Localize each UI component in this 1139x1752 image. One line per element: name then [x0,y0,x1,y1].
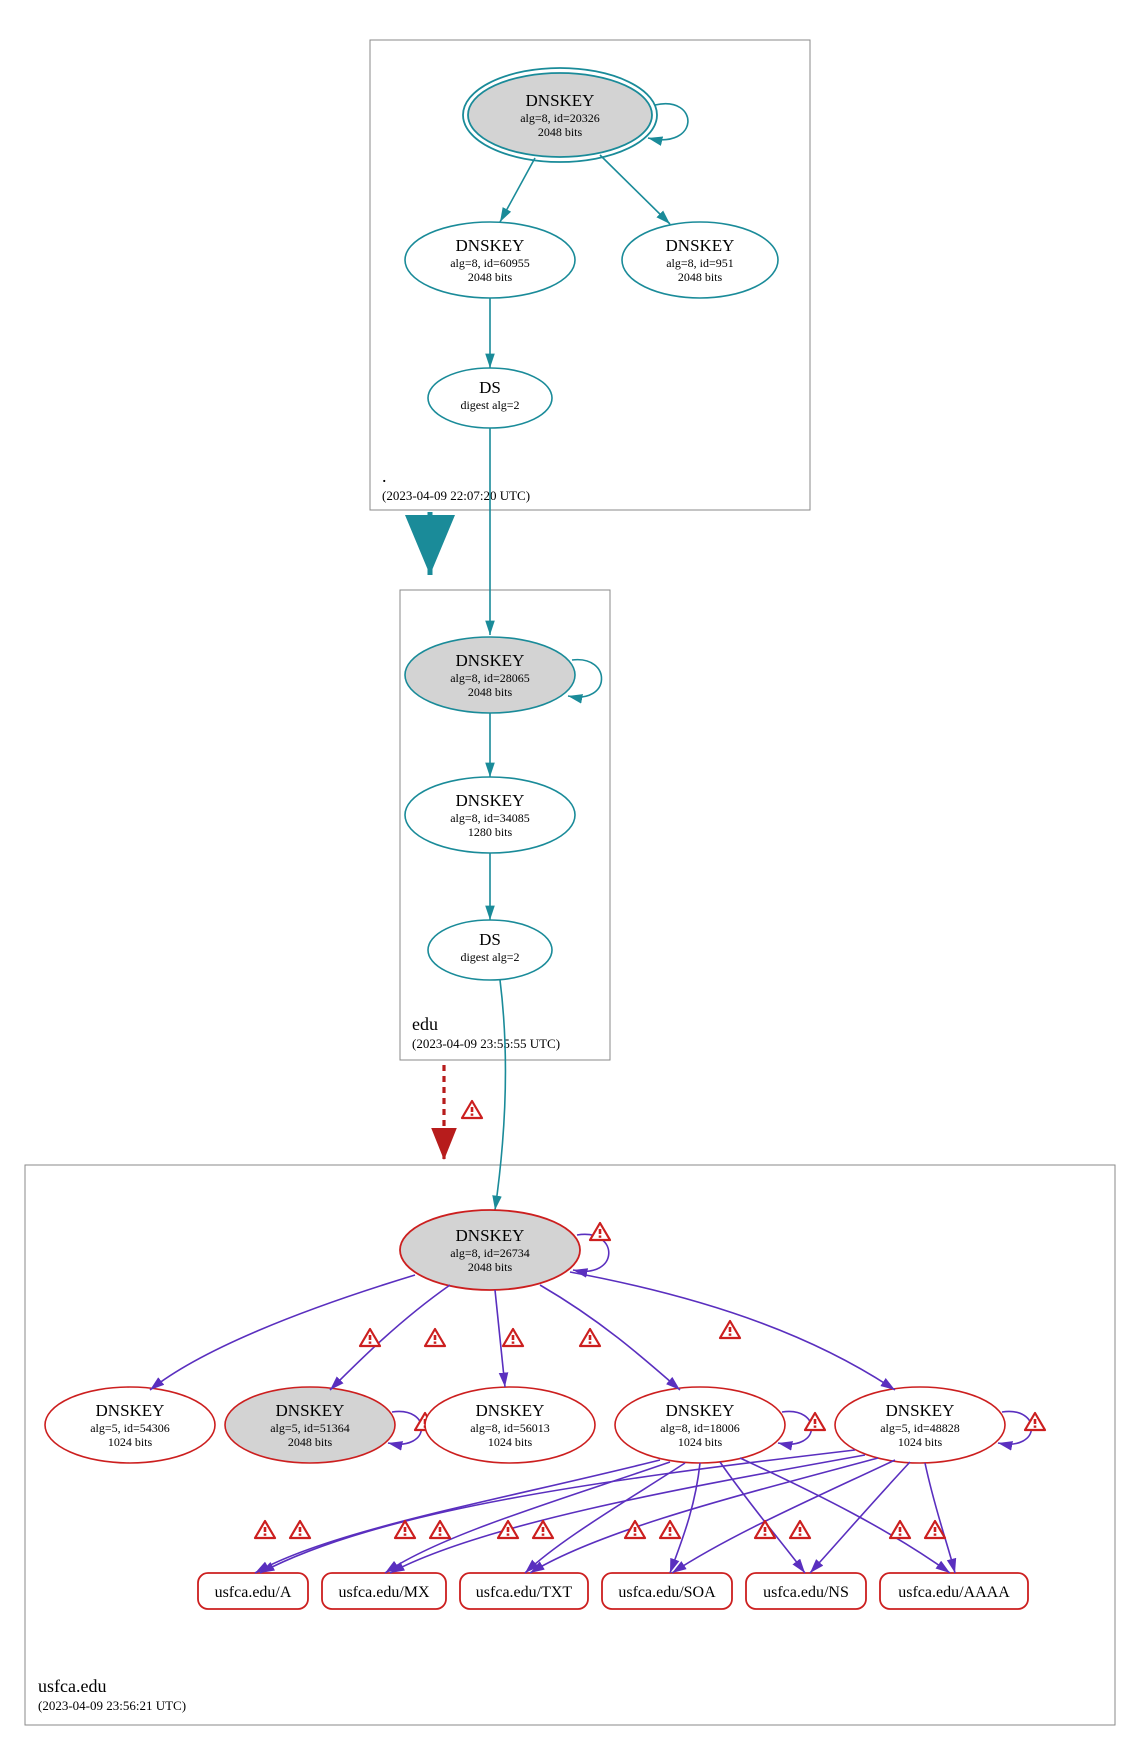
svg-text:1280 bits: 1280 bits [468,825,513,839]
svg-text:2048 bits: 2048 bits [288,1435,333,1449]
svg-text:usfca.edu/SOA: usfca.edu/SOA [618,1584,716,1601]
svg-text:alg=8, id=26734: alg=8, id=26734 [450,1246,530,1260]
zone-root-ts: (2023-04-09 22:07:20 UTC) [382,488,530,503]
node-edu-zsk: DNSKEY alg=8, id=34085 1280 bits [405,777,575,853]
warning-icon [1025,1413,1045,1430]
edge [495,980,505,1210]
node-sub2: 2048 bits [538,125,583,139]
svg-text:1024 bits: 1024 bits [678,1435,723,1449]
rr-aaaa: usfca.edu/AAAA [880,1573,1028,1609]
svg-text:digest alg=2: digest alg=2 [460,398,519,412]
rr-soa: usfca.edu/SOA [602,1573,732,1609]
node-usfca-k4: DNSKEY alg=8, id=18006 1024 bits [615,1387,785,1463]
svg-text:DNSKEY: DNSKEY [476,1401,545,1420]
rr-ns: usfca.edu/NS [746,1573,866,1609]
dnssec-diagram: . (2023-04-09 22:07:20 UTC) DNSKEY alg=8… [0,0,1139,1752]
svg-text:DNSKEY: DNSKEY [886,1401,955,1420]
warning-icon [498,1521,518,1538]
zone-edu-ts: (2023-04-09 23:55:55 UTC) [412,1036,560,1051]
svg-text:DS: DS [479,930,501,949]
warning-icon [790,1521,810,1538]
node-root-ds: DS digest alg=2 [428,368,552,428]
svg-text:2048 bits: 2048 bits [678,270,723,284]
svg-text:usfca.edu/AAAA: usfca.edu/AAAA [898,1584,1010,1601]
zone-usfca-ts: (2023-04-09 23:56:21 UTC) [38,1698,186,1713]
svg-text:alg=8, id=60955: alg=8, id=60955 [450,256,530,270]
node-usfca-k5: DNSKEY alg=5, id=48828 1024 bits [835,1387,1005,1463]
svg-text:alg=8, id=951: alg=8, id=951 [666,256,734,270]
svg-text:usfca.edu/A: usfca.edu/A [215,1584,292,1601]
svg-text:alg=5, id=54306: alg=5, id=54306 [90,1421,170,1435]
warning-icon [503,1329,523,1346]
svg-text:DNSKEY: DNSKEY [456,791,525,810]
svg-text:DNSKEY: DNSKEY [276,1401,345,1420]
warning-icon [890,1521,910,1538]
svg-text:digest alg=2: digest alg=2 [460,950,519,964]
svg-text:DNSKEY: DNSKEY [666,1401,735,1420]
node-usfca-k1: DNSKEY alg=5, id=54306 1024 bits [45,1387,215,1463]
warning-icon [360,1329,380,1346]
node-root-zsk2: DNSKEY alg=8, id=951 2048 bits [622,222,778,298]
svg-text:DNSKEY: DNSKEY [666,236,735,255]
warning-icon [755,1521,775,1538]
warning-icon [533,1521,553,1538]
svg-text:1024 bits: 1024 bits [108,1435,153,1449]
svg-text:usfca.edu/TXT: usfca.edu/TXT [476,1584,573,1601]
svg-text:DNSKEY: DNSKEY [456,1226,525,1245]
node-root-ksk: DNSKEY alg=8, id=20326 2048 bits [463,68,657,162]
svg-text:2048 bits: 2048 bits [468,270,513,284]
node-sub1: alg=8, id=20326 [520,111,600,125]
svg-text:alg=5, id=48828: alg=5, id=48828 [880,1421,960,1435]
node-edu-ksk: DNSKEY alg=8, id=28065 2048 bits [405,637,575,713]
zone-usfca-name: usfca.edu [38,1676,106,1696]
svg-text:alg=8, id=28065: alg=8, id=28065 [450,671,530,685]
svg-text:alg=8, id=56013: alg=8, id=56013 [470,1421,550,1435]
svg-text:DS: DS [479,378,501,397]
svg-text:usfca.edu/NS: usfca.edu/NS [763,1584,849,1601]
warning-icon [462,1101,482,1118]
svg-text:DNSKEY: DNSKEY [456,236,525,255]
node-usfca-k2: DNSKEY alg=5, id=51364 2048 bits [225,1387,395,1463]
warning-icon [805,1413,825,1430]
warning-icon [580,1329,600,1346]
zone-edu-name: edu [412,1014,438,1034]
node-edu-ds: DS digest alg=2 [428,920,552,980]
svg-text:DNSKEY: DNSKEY [456,651,525,670]
svg-text:usfca.edu/MX: usfca.edu/MX [338,1584,430,1601]
node-root-zsk1: DNSKEY alg=8, id=60955 2048 bits [405,222,575,298]
svg-text:alg=8, id=34085: alg=8, id=34085 [450,811,530,825]
warning-icon [660,1521,680,1538]
warning-icon [430,1521,450,1538]
edge [600,155,670,224]
rr-a: usfca.edu/A [198,1573,308,1609]
svg-text:1024 bits: 1024 bits [898,1435,943,1449]
rr-txt: usfca.edu/TXT [460,1573,588,1609]
warning-icon [290,1521,310,1538]
edge [500,158,535,222]
node-usfca-k3: DNSKEY alg=8, id=56013 1024 bits [425,1387,595,1463]
self-loop [648,104,688,140]
node-usfca-ksk: DNSKEY alg=8, id=26734 2048 bits [400,1210,580,1290]
svg-text:DNSKEY: DNSKEY [96,1401,165,1420]
warning-icon [255,1521,275,1538]
svg-text:2048 bits: 2048 bits [468,685,513,699]
warning-icon [720,1321,740,1338]
svg-text:1024 bits: 1024 bits [488,1435,533,1449]
warning-icon [590,1223,610,1240]
warning-icon [425,1329,445,1346]
svg-text:alg=8, id=18006: alg=8, id=18006 [660,1421,740,1435]
zone-root-name: . [382,466,387,486]
svg-text:alg=5, id=51364: alg=5, id=51364 [270,1421,350,1435]
rr-mx: usfca.edu/MX [322,1573,446,1609]
node-title: DNSKEY [526,91,595,110]
svg-text:2048 bits: 2048 bits [468,1260,513,1274]
